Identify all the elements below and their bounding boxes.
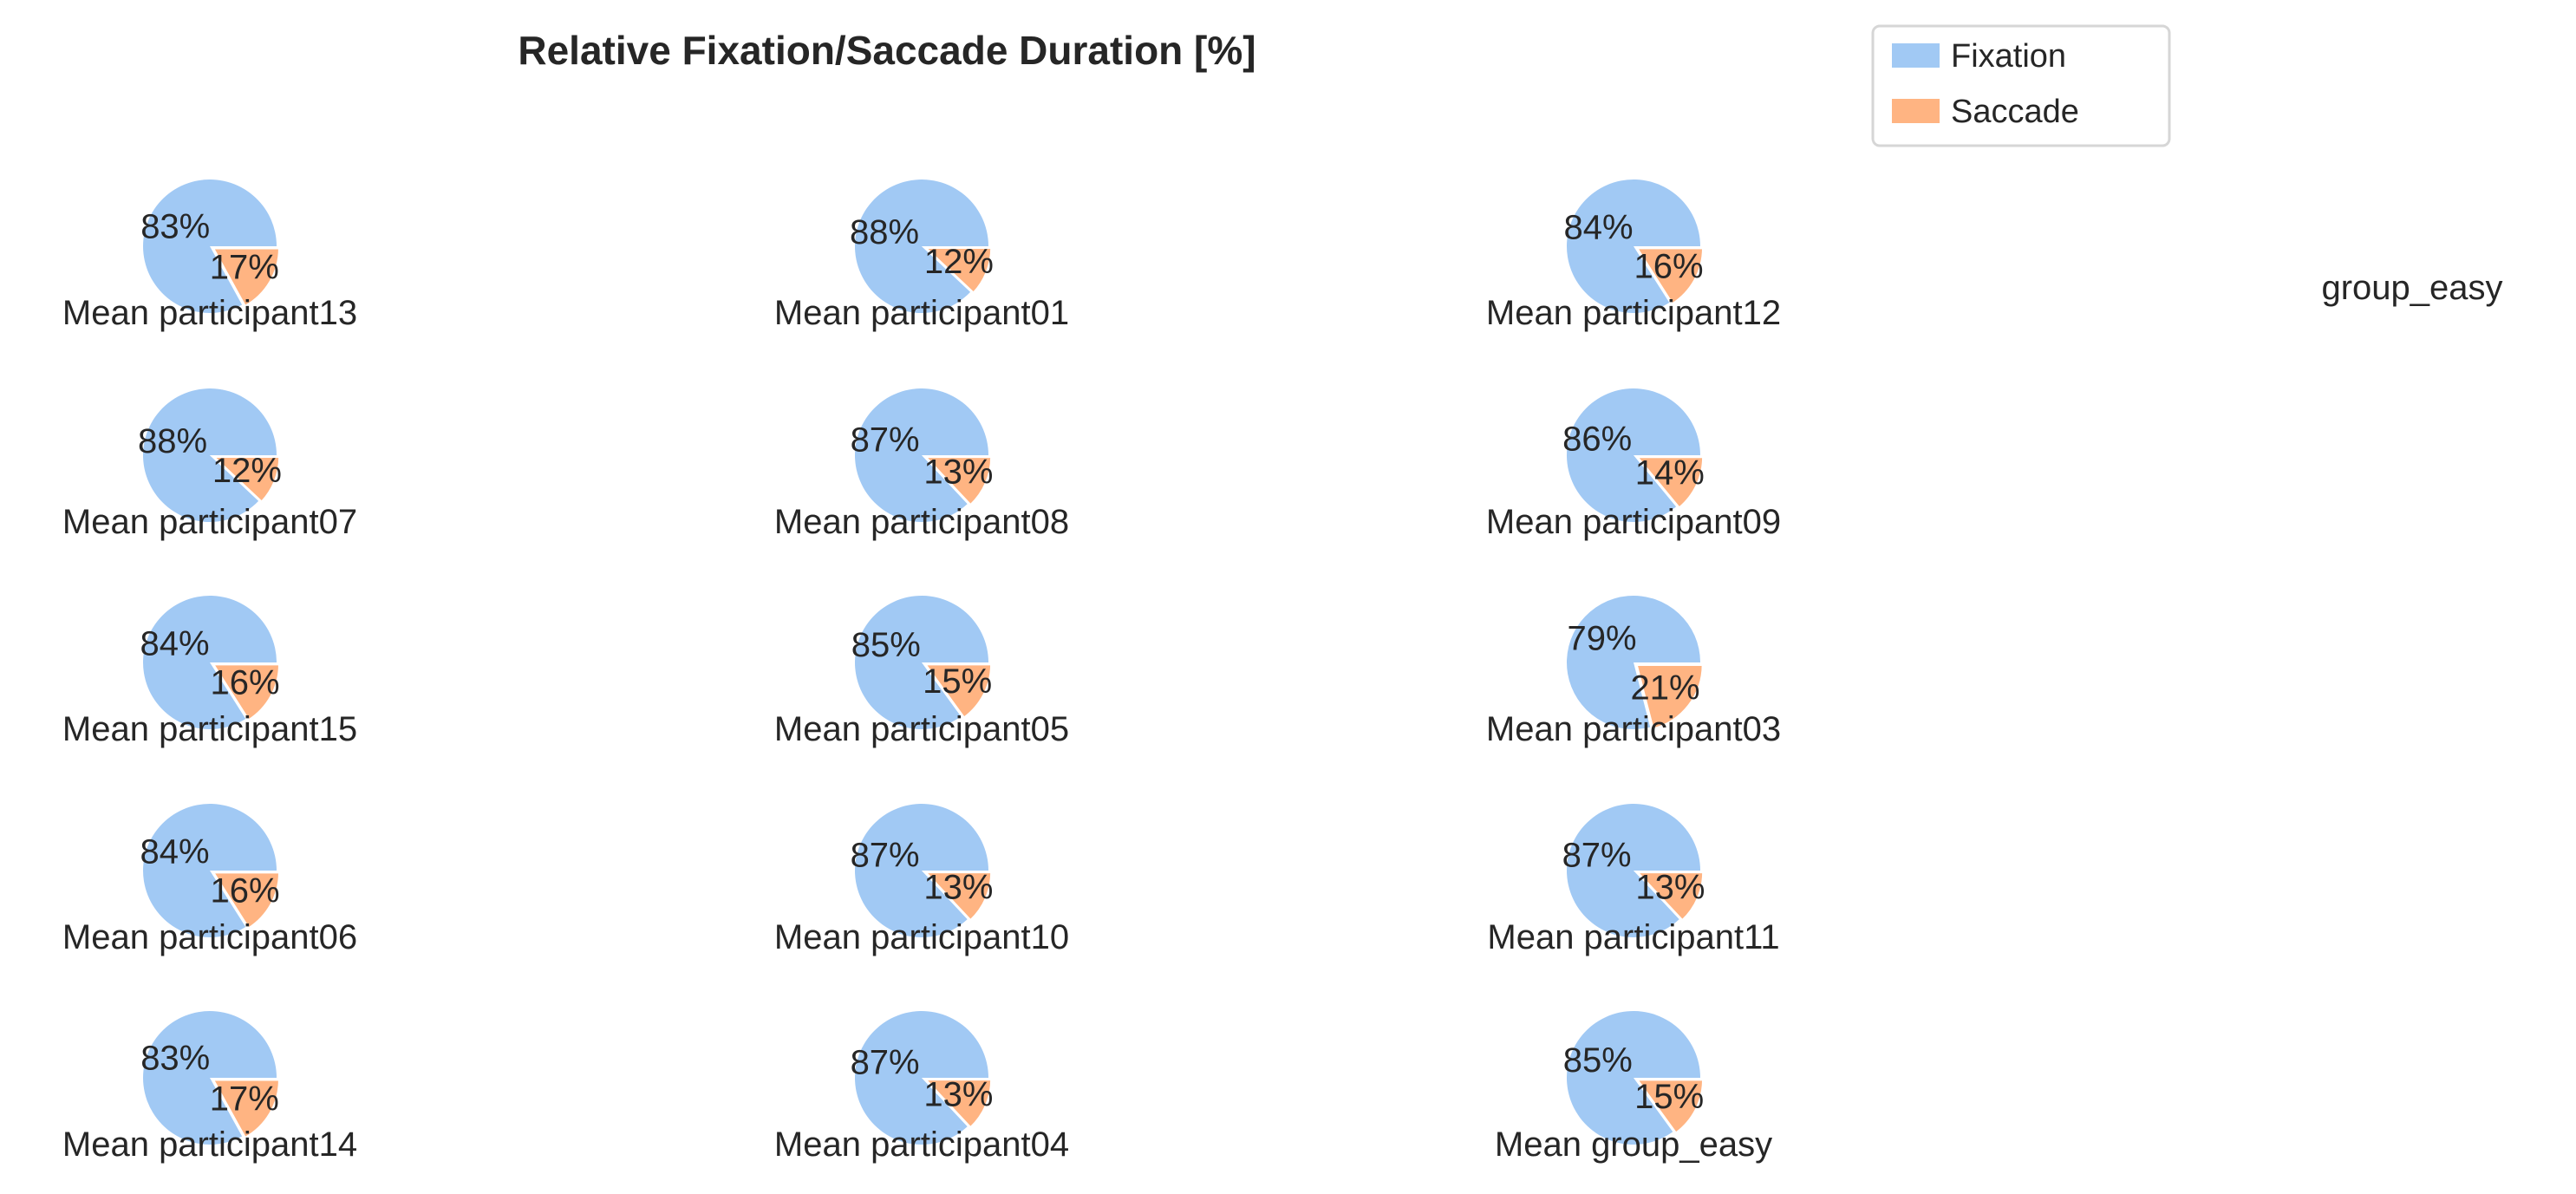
pie-pct-label-fixation: 85% xyxy=(851,626,921,664)
pie-title: Mean participant05 xyxy=(774,710,1069,748)
pie-pct-label-saccade: 13% xyxy=(923,1075,993,1113)
pie-13: 83%17% Mean participant14 xyxy=(62,1010,357,1164)
pie-pct-label-fixation: 83% xyxy=(140,207,210,245)
pie-pct-label-saccade: 16% xyxy=(210,663,279,701)
pie-6: 86%14% Mean participant09 xyxy=(1486,388,1781,541)
pie-2: 88%12% Mean participant01 xyxy=(774,179,1069,332)
pie-8: 85%15% Mean participant05 xyxy=(774,596,1069,748)
pie-title: Mean participant06 xyxy=(62,918,357,956)
pie-pct-label-fixation: 84% xyxy=(1563,209,1633,247)
pie-pct-label-fixation: 84% xyxy=(140,625,209,663)
pie-pct-label-saccade: 12% xyxy=(212,452,282,490)
pie-pct-label-fixation: 79% xyxy=(1567,620,1636,658)
pie-pct-label-fixation: 87% xyxy=(851,1044,920,1082)
pie-title: Mean participant11 xyxy=(1487,918,1779,956)
pie-pct-label-saccade: 12% xyxy=(924,243,994,281)
pie-title: Mean participant15 xyxy=(62,710,357,748)
legend-swatch-saccade xyxy=(1892,99,1940,123)
pie-title: Mean participant12 xyxy=(1486,294,1781,332)
pie-pct-label-fixation: 87% xyxy=(851,837,920,875)
pie-pct-label-saccade: 16% xyxy=(1634,247,1703,285)
pie-pct-label-fixation: 87% xyxy=(851,421,920,460)
pie-title: Mean participant04 xyxy=(774,1125,1069,1164)
pie-pct-label-saccade: 13% xyxy=(1635,868,1705,906)
legend-label-fixation: Fixation xyxy=(1951,38,2066,75)
pie-title: Mean participant08 xyxy=(774,503,1069,541)
pie-pct-label-saccade: 13% xyxy=(923,453,993,491)
group-label: group_easy xyxy=(2321,269,2502,307)
chart-title: Relative Fixation/Saccade Duration [%] xyxy=(518,28,1255,73)
pie-5: 87%13% Mean participant08 xyxy=(774,388,1069,541)
legend-label-saccade: Saccade xyxy=(1951,94,2079,130)
legend-swatch-fixation xyxy=(1892,43,1940,68)
pie-pct-label-fixation: 88% xyxy=(138,422,207,460)
pie-pct-label-fixation: 85% xyxy=(1563,1041,1633,1080)
pie-pct-label-saccade: 15% xyxy=(923,662,992,701)
pie-pct-label-fixation: 84% xyxy=(140,833,209,871)
pie-title: Mean participant01 xyxy=(774,294,1069,332)
pie-pct-label-fixation: 87% xyxy=(1562,837,1632,875)
pie-10: 84%16% Mean participant06 xyxy=(62,803,357,956)
pie-pct-label-saccade: 17% xyxy=(210,1080,279,1119)
pie-title: Mean participant09 xyxy=(1486,503,1781,541)
pie-title: Mean participant14 xyxy=(62,1125,357,1164)
pie-pct-label-saccade: 15% xyxy=(1634,1078,1704,1116)
pie-pct-label-fixation: 83% xyxy=(140,1039,210,1077)
pie-pct-label-fixation: 88% xyxy=(850,213,919,251)
pie-12: 87%13% Mean participant11 xyxy=(1487,804,1780,956)
pies: 83%17%Mean participant1388%12%Mean parti… xyxy=(62,179,1781,1164)
pie-11: 87%13% Mean participant10 xyxy=(774,804,1069,956)
pie-title: Mean group_easy xyxy=(1495,1125,1772,1164)
pie-9: 79% 21%Mean participant03 xyxy=(1486,595,1781,748)
pie-pct-label-saccade: 13% xyxy=(923,868,993,906)
pie-15: 85%15% Mean group_easy xyxy=(1495,1011,1772,1164)
pie-title: Mean participant13 xyxy=(62,294,357,332)
pie-1: 83%17% Mean participant13 xyxy=(62,179,357,332)
pie-pct-label-fixation: 86% xyxy=(1562,420,1632,458)
pie-title: Mean participant07 xyxy=(62,503,357,541)
pie-7: 84%16% Mean participant15 xyxy=(62,595,357,748)
pie-4: 88%12% Mean participant07 xyxy=(62,388,357,541)
pie-chart-figure: Relative Fixation/Saccade Duration [%] F… xyxy=(62,24,2503,1164)
pie-pct-label-saccade: 17% xyxy=(210,249,279,287)
pie-pct-label-saccade: 14% xyxy=(1635,454,1705,493)
pie-pct-label-saccade: 21% xyxy=(1630,669,1699,707)
pie-pct-label-saccade: 16% xyxy=(210,871,279,910)
pie-3: 84%16% Mean participant12 xyxy=(1486,179,1781,332)
pie-title: Mean participant10 xyxy=(774,918,1069,956)
pie-title: Mean participant03 xyxy=(1486,710,1781,748)
legend: Fixation Saccade xyxy=(1871,24,2171,147)
pie-14: 87%13% Mean participant04 xyxy=(774,1010,1069,1164)
